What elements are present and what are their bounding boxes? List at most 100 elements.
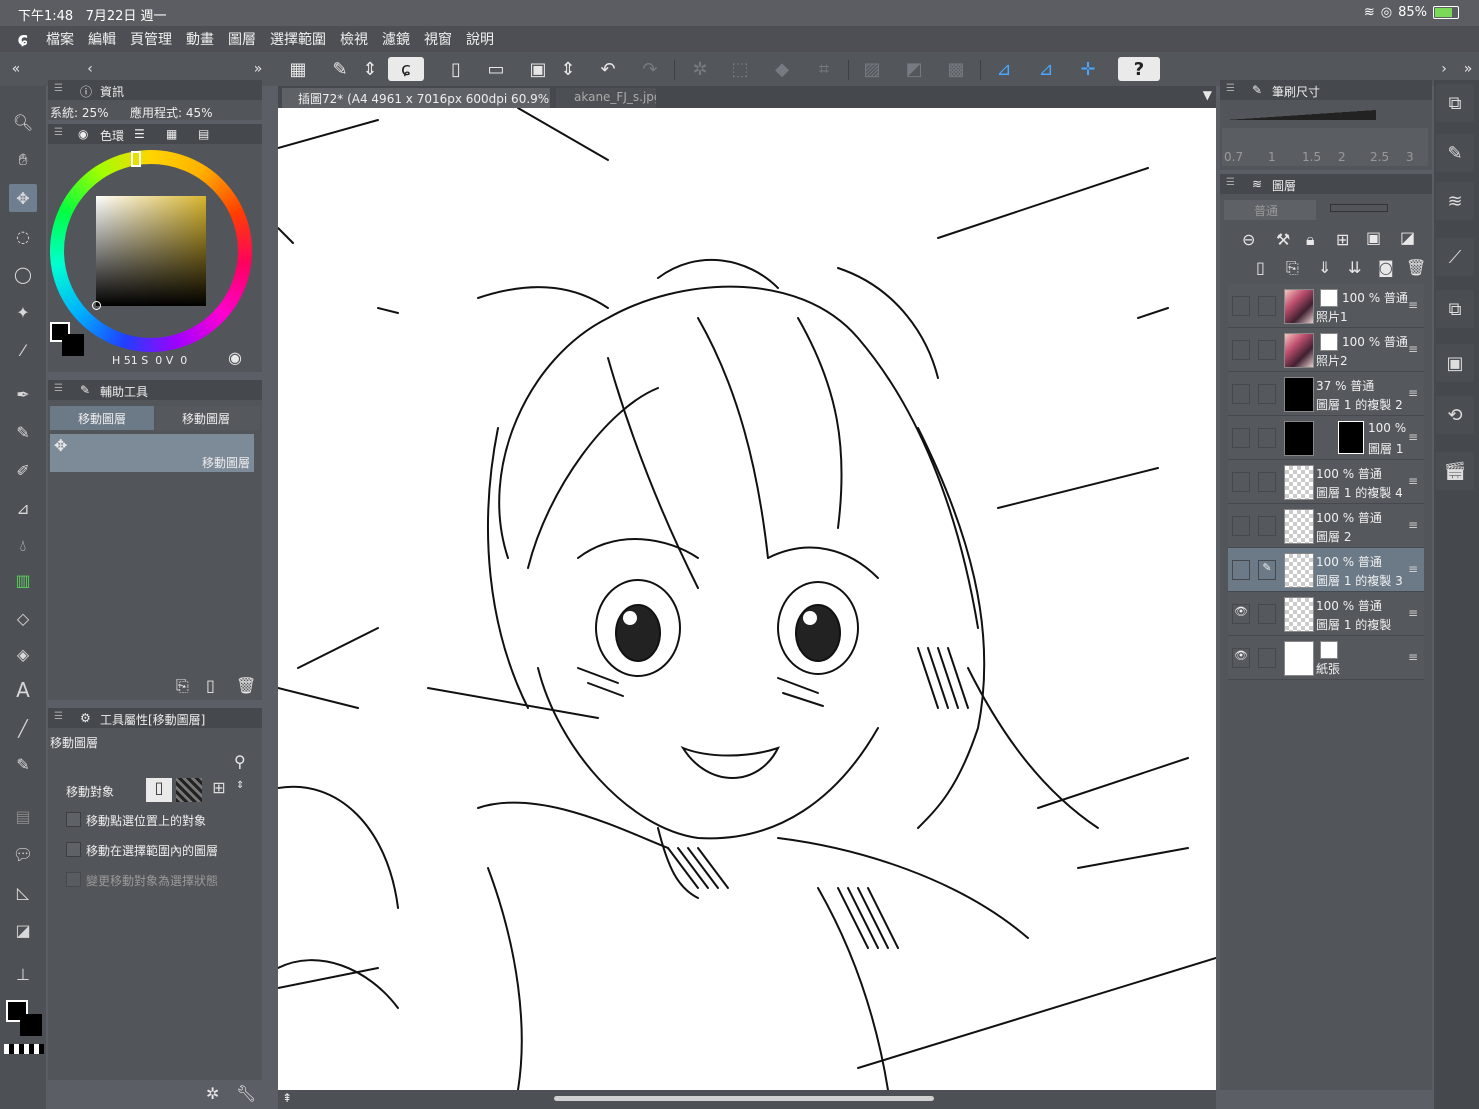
airbrush-tool-icon[interactable]: ⊿ xyxy=(9,494,37,522)
app-logo-icon[interactable]: ɕ xyxy=(0,29,46,50)
ruler-snap-icon[interactable]: ⊿ xyxy=(990,57,1018,81)
color-wheel-tab-icon[interactable]: ◉ xyxy=(78,127,88,141)
pen-edit-icon[interactable]: ✎ xyxy=(1258,560,1276,580)
opt3-checkbox[interactable] xyxy=(66,872,81,887)
layer-menu-icon[interactable]: ≡ xyxy=(1408,606,1418,620)
delete-layer-icon[interactable]: 🗑︎ xyxy=(1406,258,1426,277)
fill-icon[interactable]: ◩ xyxy=(900,57,928,81)
grid-snap-icon[interactable]: ✛ xyxy=(1074,57,1102,81)
visibility-toggle[interactable] xyxy=(1232,472,1250,492)
move-tool-icon[interactable]: ✥ xyxy=(9,184,37,212)
tab-dropdown-icon[interactable]: ▼ xyxy=(1203,88,1212,102)
timeline-icon[interactable]: 🎬︎ xyxy=(1436,452,1474,490)
merge-visible-icon[interactable]: ⇊ xyxy=(1348,258,1361,277)
lock-transparency-icon[interactable]: ⊞ xyxy=(1336,230,1349,249)
edit-indicator[interactable] xyxy=(1258,472,1276,492)
edit-indicator[interactable] xyxy=(1258,296,1276,316)
layer-menu-icon[interactable]: ≡ xyxy=(1408,342,1418,356)
edit-indicator[interactable] xyxy=(1258,648,1276,668)
layer-menu-icon[interactable]: ≡ xyxy=(1408,518,1418,532)
layer-menu-icon[interactable]: ≡ xyxy=(1408,474,1418,488)
sub-color-swatch[interactable] xyxy=(20,1014,42,1036)
drawing-canvas[interactable] xyxy=(278,108,1216,1090)
expand-up-icon[interactable]: ⇞ xyxy=(282,1091,292,1105)
layer-property-icon[interactable]: ⟋ xyxy=(1436,238,1474,276)
fill-tool-icon[interactable]: ◈ xyxy=(9,640,37,668)
pen-tool-icon[interactable]: ✒︎ xyxy=(9,380,37,408)
frame-tool-icon[interactable]: ▤ xyxy=(9,802,37,830)
decoration-tool-icon[interactable]: ▥ xyxy=(9,566,37,594)
layer-row-paper[interactable]: 👁︎ 紙張 ≡ xyxy=(1228,636,1424,680)
menu-help[interactable]: 說明 xyxy=(466,29,494,49)
layer-menu-icon[interactable]: ≡ xyxy=(1408,562,1418,576)
new-file-icon[interactable]: ▯ xyxy=(442,57,470,81)
eye-icon[interactable]: 👁︎ xyxy=(1232,648,1250,668)
transform-icon[interactable]: ⬚ xyxy=(726,57,754,81)
saturation-value-square[interactable] xyxy=(96,196,206,306)
layer-menu-icon[interactable]: ≡ xyxy=(1408,298,1418,312)
hand-tool-icon[interactable]: ✋︎ xyxy=(9,146,37,174)
balloon-tool-icon[interactable]: 💬︎ xyxy=(9,840,37,868)
save-icon[interactable]: ▣ xyxy=(524,57,552,81)
select-all-icon[interactable]: ▩ xyxy=(942,57,970,81)
sync-icon[interactable]: ⟲ xyxy=(1436,396,1474,434)
sv-marker[interactable] xyxy=(92,301,101,310)
wrench-icon[interactable]: 🔧︎ xyxy=(236,1084,256,1103)
opt1-checkbox[interactable] xyxy=(66,812,81,827)
text-tool-icon[interactable]: A xyxy=(9,676,37,704)
pencil-tool-icon[interactable]: ✎ xyxy=(9,418,37,446)
color-mode-icon[interactable]: ◉ xyxy=(228,348,242,367)
layer-menu-icon[interactable]: ≡ xyxy=(1408,650,1418,664)
brush-tool-icon[interactable]: ✐ xyxy=(9,456,37,484)
merge-down-icon[interactable]: ⇓ xyxy=(1318,258,1331,277)
blend-mode-select[interactable]: 普通 xyxy=(1224,200,1316,220)
edit-indicator[interactable] xyxy=(1258,340,1276,360)
opt2-checkbox[interactable] xyxy=(66,842,81,857)
sparkle-icon[interactable]: ✲ xyxy=(686,57,714,81)
document-tab-active[interactable]: 插圖72* (A4 4961 x 7016px 600dpi 60.9%) xyxy=(282,88,550,108)
transparent-color-swatch[interactable] xyxy=(4,1044,44,1054)
line-tool-icon[interactable]: ╱ xyxy=(9,714,37,742)
vector-eraser-icon[interactable]: ⊥ xyxy=(9,960,37,988)
menu-selection[interactable]: 選擇範圍 xyxy=(270,29,326,49)
tool-settings-icon[interactable]: ⚲ xyxy=(234,752,246,771)
brush-size-ticks[interactable]: 0.7 1 1.5 2 2.5 3 xyxy=(1222,128,1428,166)
layer-row[interactable]: 100 % 普通 照片2 ≡ xyxy=(1228,328,1424,372)
crop-icon[interactable]: ⌗ xyxy=(810,57,838,81)
eraser-icon[interactable]: ◆ xyxy=(768,57,796,81)
eraser-tool-icon[interactable]: ◇ xyxy=(9,604,37,632)
arrow-left-icon[interactable]: ‹ xyxy=(76,57,104,81)
updown-icon[interactable]: ⇕ xyxy=(356,57,384,81)
layer-row[interactable]: 👁︎ 100 % 普通 圖層 1 的複製 ≡ xyxy=(1228,592,1424,636)
companion-icon[interactable]: ɕ xyxy=(388,57,424,81)
sub-tool-tab-2[interactable]: 移動圖層 xyxy=(156,406,260,430)
layer-mask-icon[interactable]: ◙ xyxy=(1378,258,1394,277)
brush-size-bar[interactable] xyxy=(1226,110,1376,120)
edit-indicator[interactable] xyxy=(1258,604,1276,624)
eye-icon[interactable]: 👁︎ xyxy=(1232,604,1250,624)
layer-menu-icon[interactable]: ≡ xyxy=(1408,386,1418,400)
layer-row[interactable]: 100 % 普通 圖層 2 ≡ xyxy=(1228,504,1424,548)
sub-tool-trash-icon[interactable]: 🗑︎ xyxy=(236,676,256,695)
new-raster-layer-icon[interactable]: ▯ xyxy=(1256,258,1265,277)
target-grid-button[interactable]: ⊞ xyxy=(206,778,232,802)
image-icon[interactable]: ▣ xyxy=(1436,344,1474,382)
collapse-left-icon[interactable]: « xyxy=(2,57,30,81)
layer-menu-icon[interactable]: ≡ xyxy=(1408,430,1418,444)
blend-tool-icon[interactable]: 💧︎ xyxy=(9,532,37,560)
sub-tool-tab-1[interactable]: 移動圖層 xyxy=(50,406,154,430)
special-ruler-icon[interactable]: ⊿ xyxy=(1032,57,1060,81)
layer-row[interactable]: 100 % 普通 圖層 1 的複製 4 ≡ xyxy=(1228,460,1424,504)
visibility-toggle[interactable] xyxy=(1232,428,1250,448)
eyedropper-icon[interactable]: ⁄ xyxy=(9,336,37,364)
target-spinner-icon[interactable]: ⇕ xyxy=(236,780,244,791)
sub-tool-item[interactable]: 移動圖層 ✥ xyxy=(50,434,254,472)
sub-tool-new-icon[interactable]: ▯ xyxy=(206,676,215,695)
color-sub-swatch[interactable] xyxy=(62,334,84,356)
visibility-toggle[interactable] xyxy=(1232,296,1250,316)
reference-icon[interactable]: ⚒ xyxy=(1276,230,1290,249)
ruler-visibility-icon[interactable]: ◪ xyxy=(1400,228,1415,247)
quick-access-icon[interactable]: ✎ xyxy=(326,57,354,81)
menu-filter[interactable]: 濾鏡 xyxy=(382,29,410,49)
navigator-icon[interactable]: ⧉ xyxy=(1436,84,1474,122)
